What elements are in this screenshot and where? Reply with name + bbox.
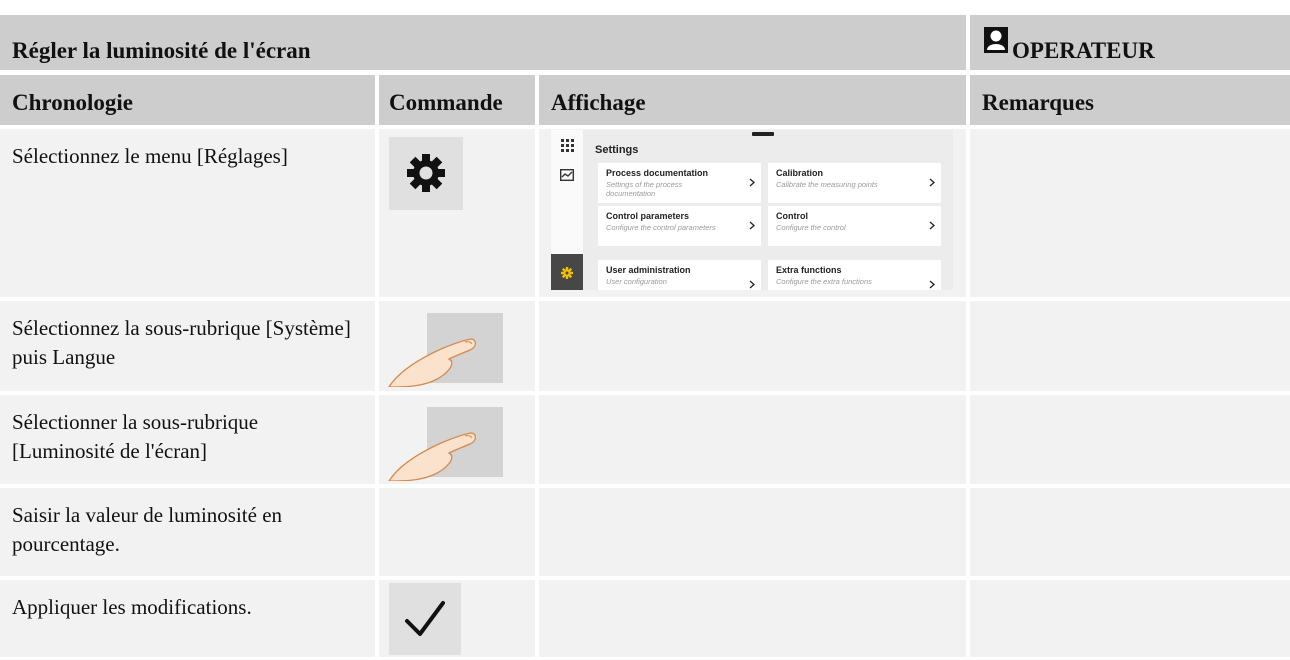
remarks-cell <box>970 395 1290 484</box>
display-cell <box>539 395 966 484</box>
command-cell <box>379 488 535 576</box>
card-control[interactable]: Control Configure the control <box>768 206 941 246</box>
finger-tap-icon <box>387 309 503 388</box>
col-header-affichage: Affichage <box>539 75 966 125</box>
card-control-parameters[interactable]: Control parameters Configure the control… <box>598 206 761 246</box>
card-title: Process documentation <box>606 168 709 178</box>
gear-icon <box>389 137 463 210</box>
card-subtitle: User configuration <box>606 277 667 286</box>
col-label-affichage: Affichage <box>551 90 646 115</box>
step-cell: Sélectionnez le menu [Réglages] <box>0 129 375 297</box>
card-title: User administration <box>606 265 691 275</box>
card-title: Control parameters <box>606 211 690 221</box>
step-text: Sélectionner la sous-rubrique [Luminosit… <box>12 410 259 463</box>
card-calibration[interactable]: Calibration Calibrate the measuring poin… <box>768 163 941 203</box>
card-title: Extra functions <box>776 265 842 275</box>
card-subtitle: Configure the control parameters <box>606 223 716 232</box>
remarks-cell <box>970 301 1290 391</box>
chevron-right-icon <box>749 217 755 235</box>
step-text: Sélectionnez la sous-rubrique [Système] … <box>12 316 351 369</box>
chevron-right-icon <box>929 276 935 290</box>
card-process-documentation[interactable]: Process documentation Settings of the pr… <box>598 163 761 203</box>
step-cell: Saisir la valeur de luminosité en pource… <box>0 488 375 576</box>
card-subtitle: Configure the control <box>776 223 846 232</box>
col-header-chronologie: Chronologie <box>0 75 375 125</box>
page-title: Régler la luminosité de l'écran <box>12 38 311 63</box>
card-subtitle: Settings of the process documentation <box>606 180 683 198</box>
role-cell: OPERATEUR <box>970 15 1290 70</box>
col-label-commande: Commande <box>389 90 503 115</box>
card-user-administration[interactable]: User administration User configuration <box>598 260 761 290</box>
chevron-right-icon <box>749 276 755 290</box>
chart-icon <box>559 168 575 186</box>
col-header-commande: Commande <box>379 75 535 125</box>
screenshot-handle <box>752 132 774 136</box>
finger-tap-icon <box>387 403 503 482</box>
chevron-right-icon <box>749 174 755 192</box>
apps-grid-icon <box>561 139 574 157</box>
remarks-cell <box>970 580 1290 657</box>
chevron-right-icon <box>929 174 935 192</box>
screenshot-title: Settings <box>595 144 639 156</box>
remarks-cell <box>970 488 1290 576</box>
col-header-remarques: Remarques <box>970 75 1290 125</box>
step-text: Sélectionnez le menu [Réglages] <box>12 144 288 168</box>
small-gear-icon <box>561 266 573 284</box>
remarks-cell <box>970 129 1290 297</box>
step-text: Saisir la valeur de luminosité en pource… <box>12 503 283 556</box>
checkmark-icon <box>389 583 461 655</box>
card-subtitle: Calibrate the measuring points <box>776 180 878 189</box>
card-extra-functions[interactable]: Extra functions Configure the extra func… <box>768 260 941 290</box>
step-cell: Appliquer les modifications. <box>0 580 375 657</box>
chevron-right-icon <box>929 217 935 235</box>
command-cell <box>379 301 535 391</box>
role-label: OPERATEUR <box>1012 38 1155 63</box>
display-cell <box>539 488 966 576</box>
display-cell <box>539 580 966 657</box>
display-cell <box>539 301 966 391</box>
command-cell <box>379 580 535 657</box>
command-cell <box>379 129 535 297</box>
card-title: Control <box>776 211 808 221</box>
step-text: Appliquer les modifications. <box>12 595 252 619</box>
col-label-remarques: Remarques <box>982 90 1095 115</box>
step-cell: Sélectionner la sous-rubrique [Luminosit… <box>0 395 375 484</box>
settings-screenshot: Settings Process documentation Settings … <box>551 130 953 290</box>
col-label-chronologie: Chronologie <box>12 90 133 115</box>
title-cell: Régler la luminosité de l'écran <box>0 15 966 70</box>
command-cell <box>379 395 535 484</box>
card-title: Calibration <box>776 168 824 178</box>
step-cell: Sélectionnez la sous-rubrique [Système] … <box>0 301 375 391</box>
operator-icon <box>983 26 1009 60</box>
card-subtitle: Configure the extra functions <box>776 277 872 286</box>
